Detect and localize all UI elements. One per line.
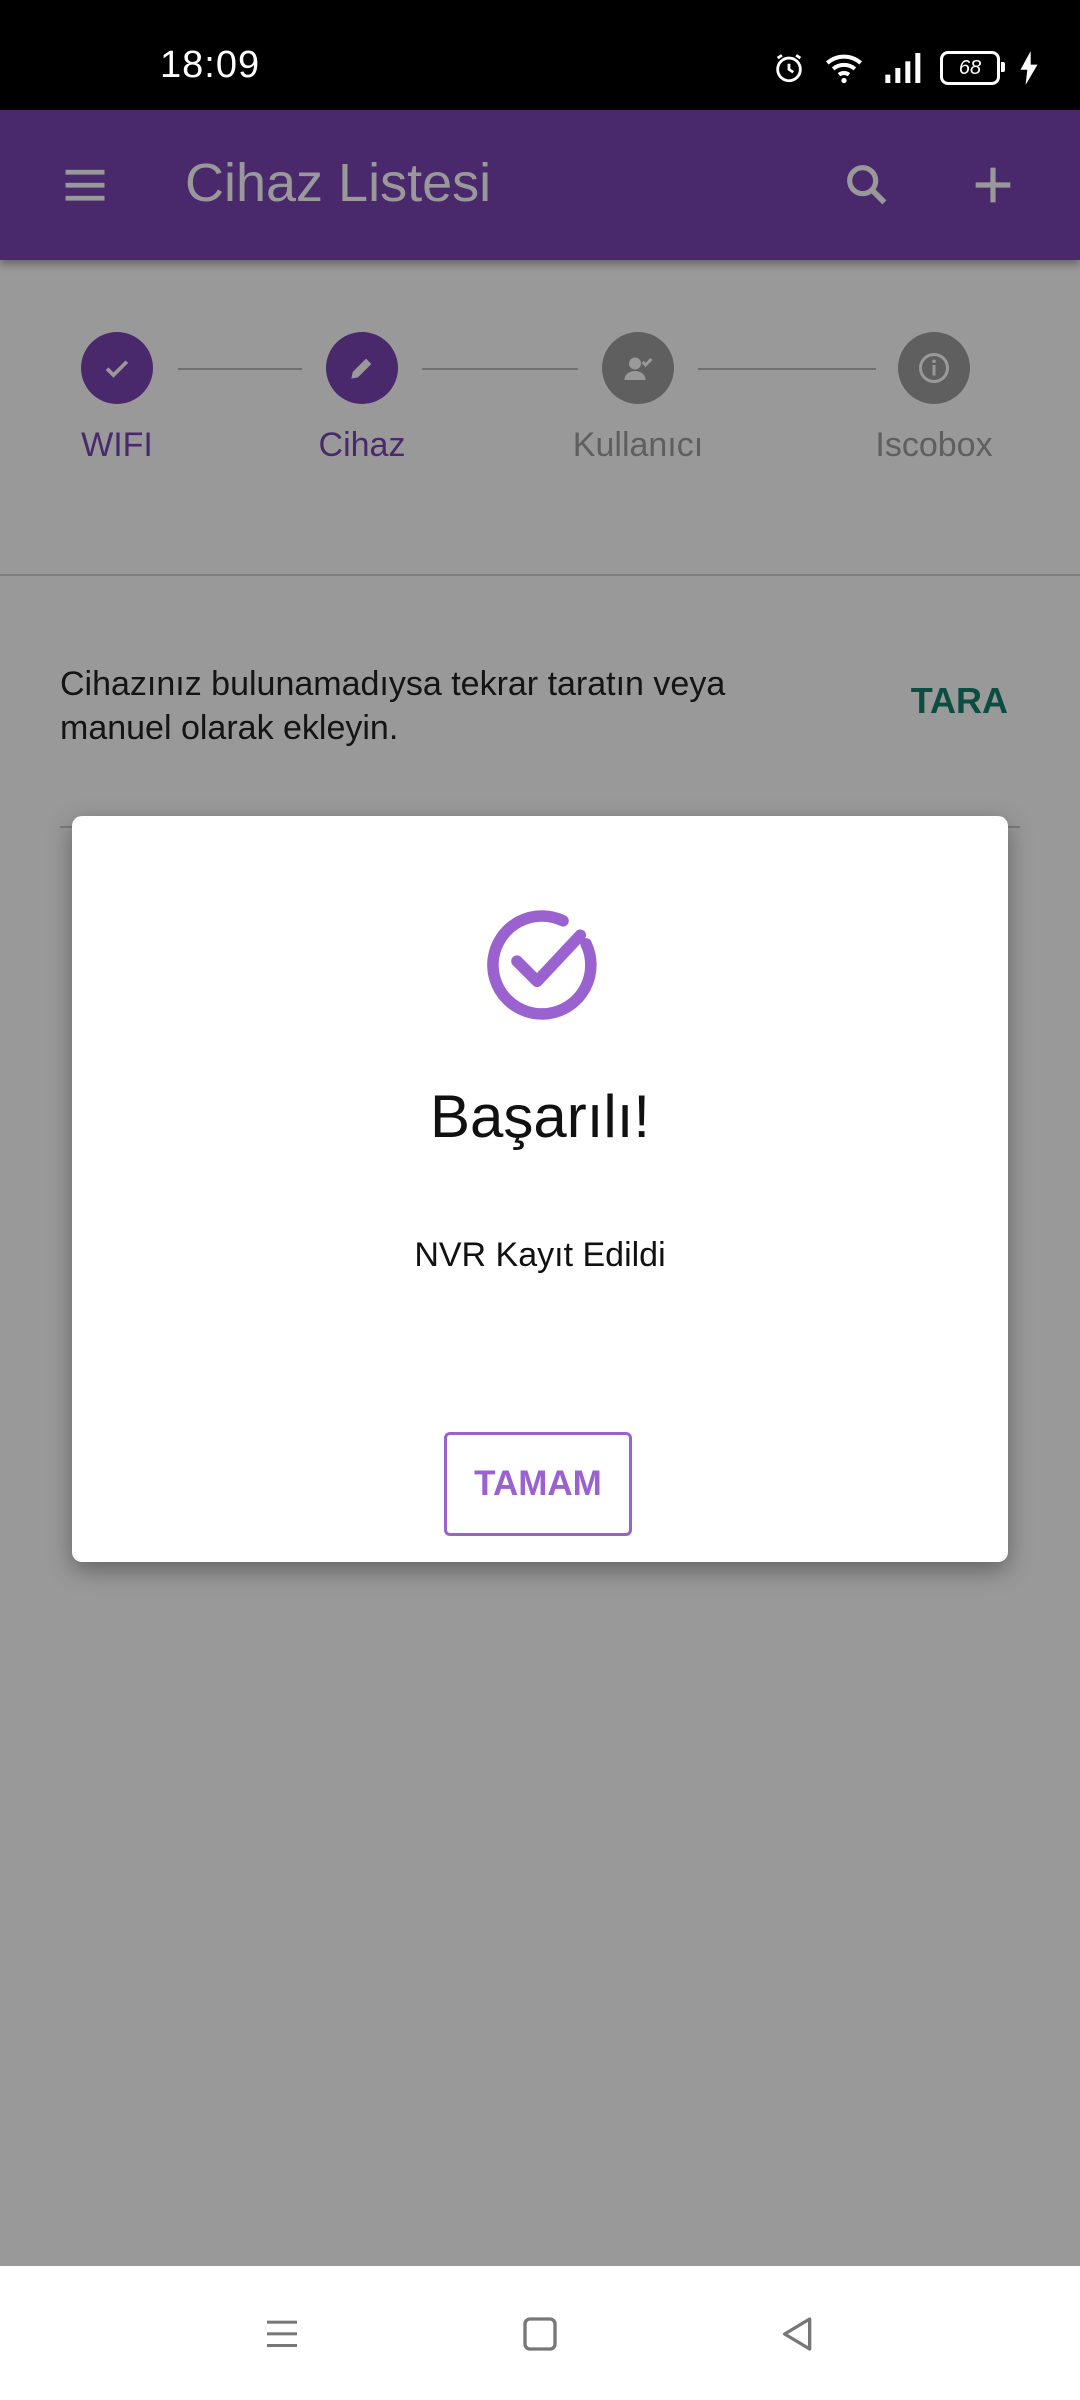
wifi-icon <box>826 54 862 84</box>
status-time: 18:09 <box>160 44 261 86</box>
success-check-icon <box>487 910 597 1020</box>
back-icon[interactable] <box>774 2310 822 2358</box>
system-nav-bar <box>0 2266 1080 2400</box>
status-bar: 18:09 68 <box>0 0 1080 110</box>
dialog-title: Başarılı! <box>429 1083 651 1150</box>
success-dialog: Başarılı! NVR Kayıt Edildi TAMAM <box>72 816 1008 1562</box>
recent-apps-icon[interactable] <box>258 2310 306 2358</box>
signal-icon <box>885 53 921 83</box>
alarm-icon <box>776 54 802 83</box>
ok-button[interactable]: TAMAM <box>444 1432 632 1536</box>
home-icon[interactable] <box>516 2310 564 2358</box>
battery-icon: 68 <box>940 51 1005 85</box>
status-icons: 68 <box>772 48 1040 88</box>
dialog-message: NVR Kayıt Edildi <box>414 1236 666 1274</box>
charging-icon <box>1020 51 1038 85</box>
